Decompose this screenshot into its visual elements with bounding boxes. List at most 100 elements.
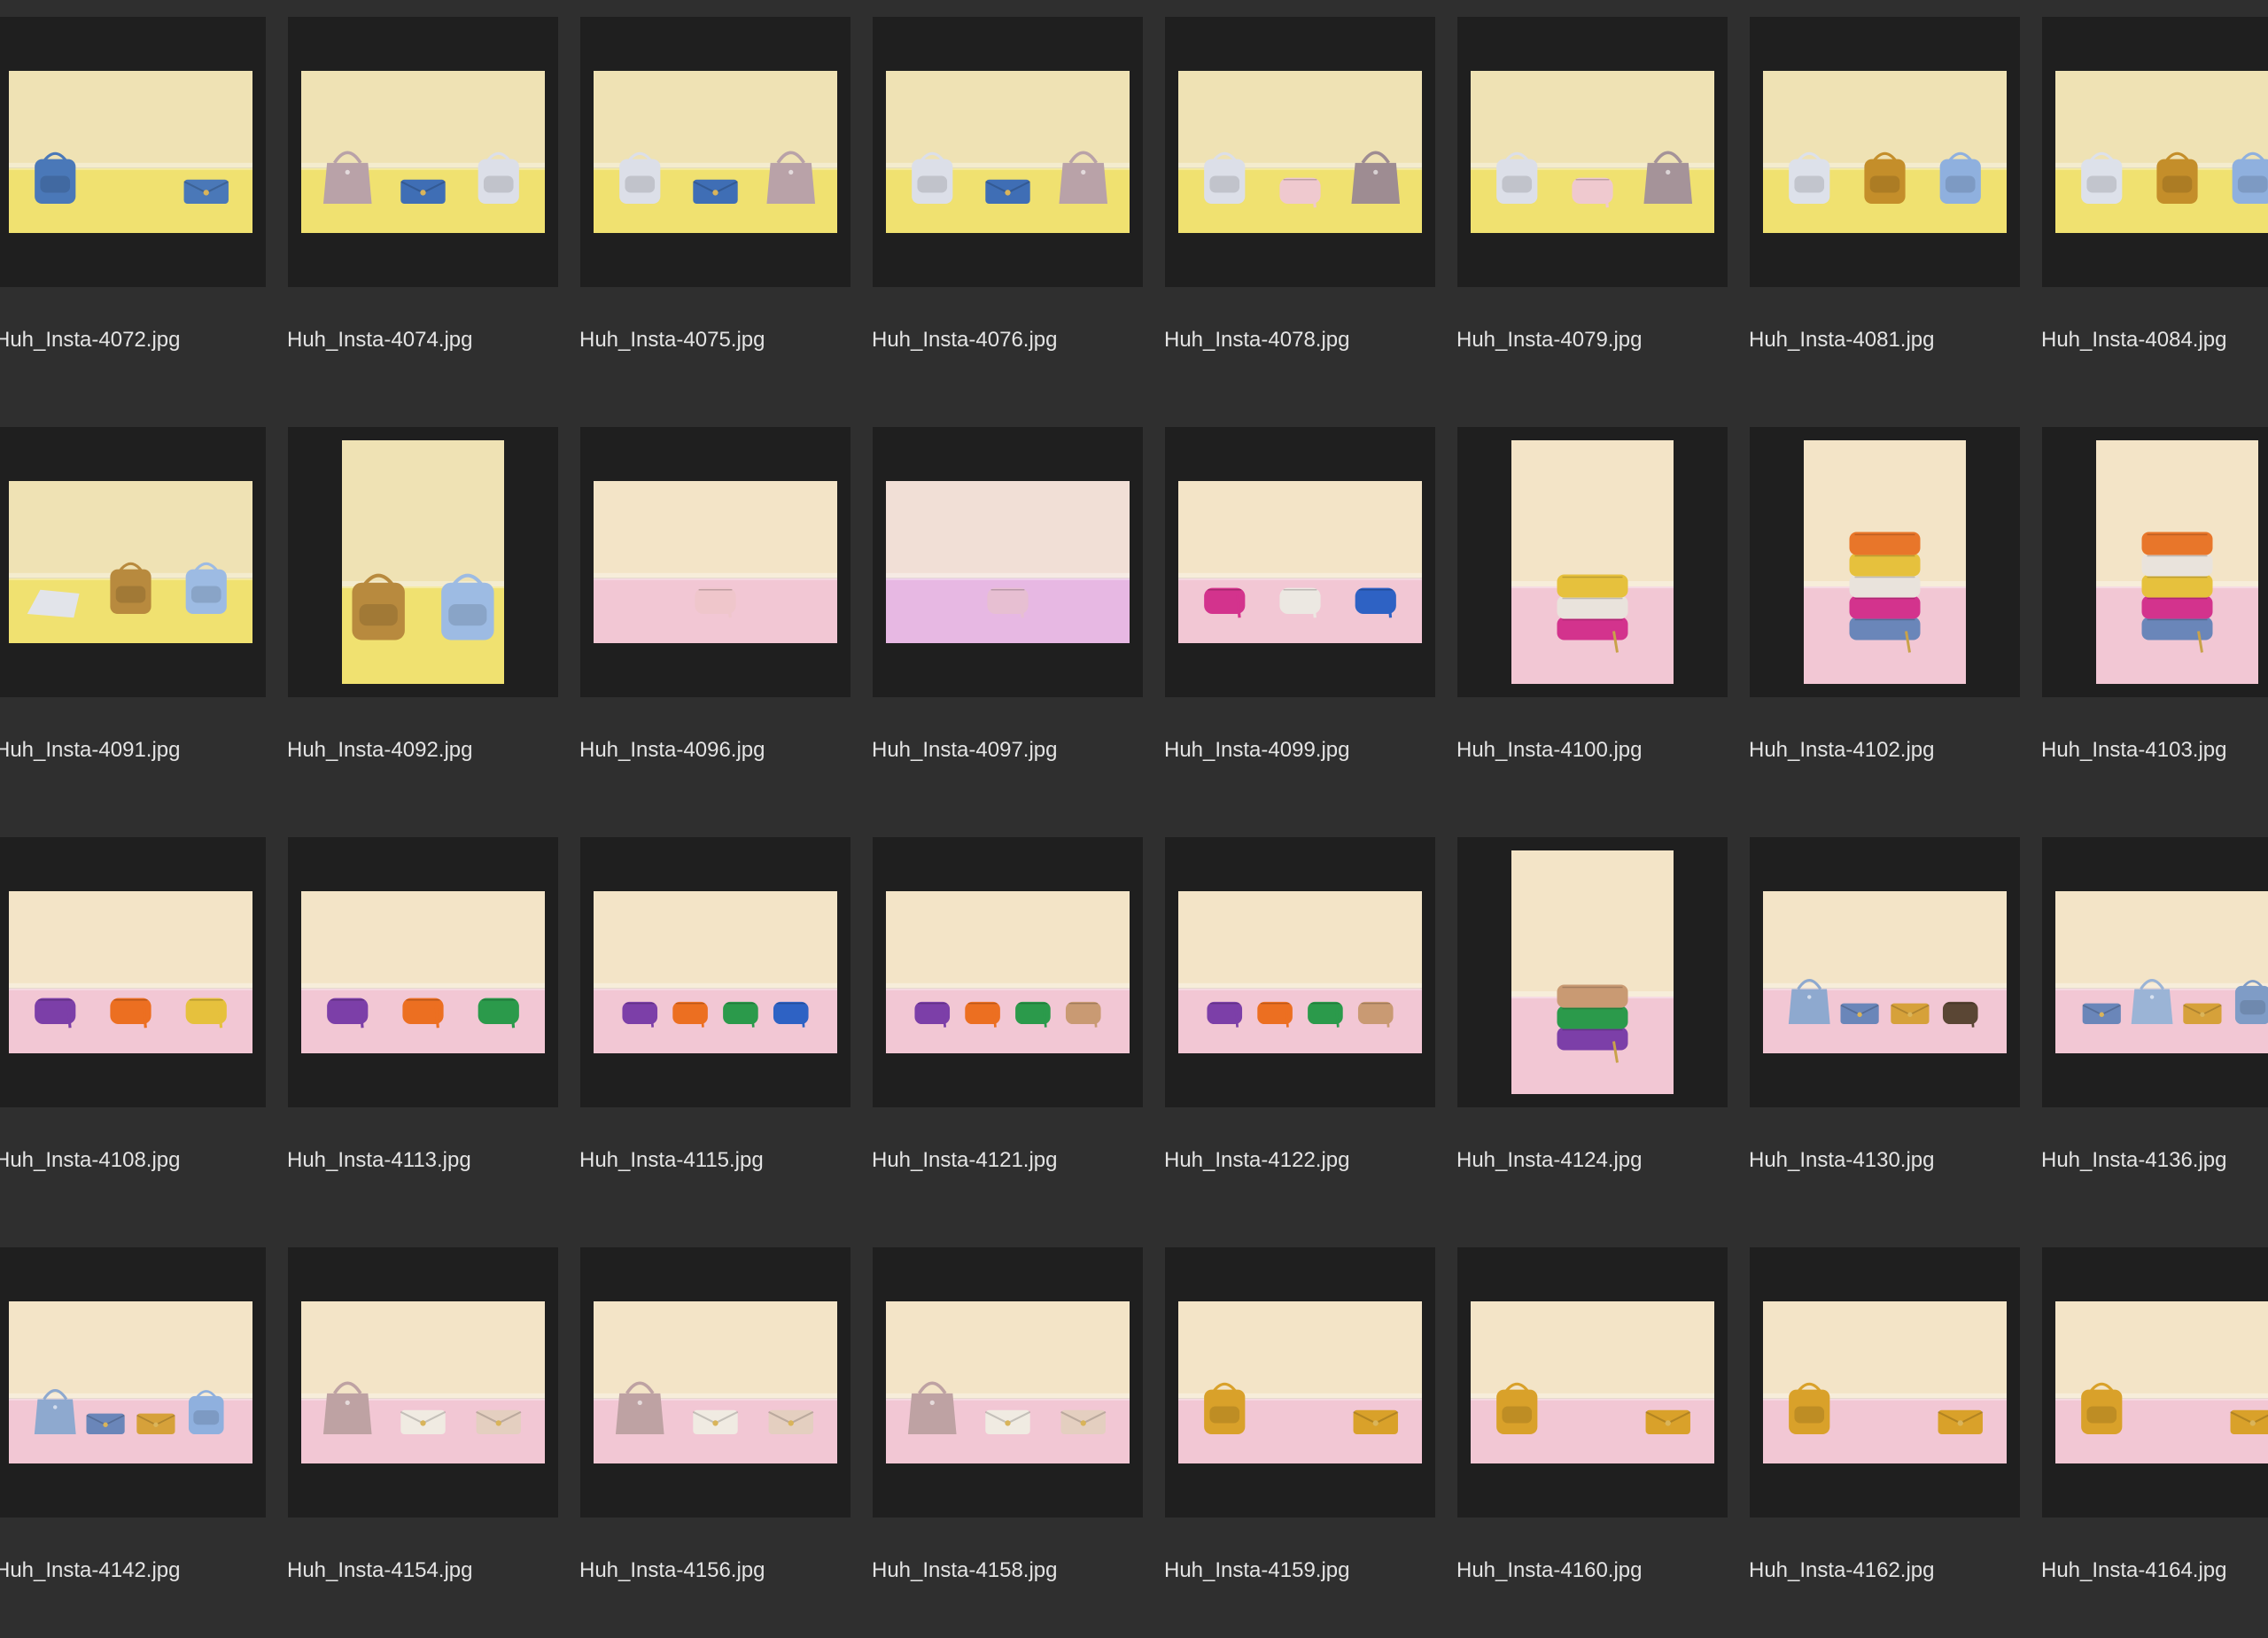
thumbnail-frame[interactable] bbox=[2042, 837, 2268, 1107]
thumbnail-image[interactable] bbox=[886, 481, 1130, 643]
thumbnail-image[interactable] bbox=[9, 481, 252, 643]
thumbnail-image[interactable] bbox=[594, 71, 837, 233]
thumbnail-frame[interactable] bbox=[580, 427, 850, 697]
thumbnail-item[interactable]: Huh_Insta-4081.jpg bbox=[1749, 0, 2020, 408]
thumbnail-frame[interactable] bbox=[580, 1247, 850, 1518]
thumbnail-image[interactable] bbox=[342, 440, 504, 684]
thumbnail-filename: Huh_Insta-4136.jpg bbox=[2041, 1148, 2227, 1172]
thumbnail-item[interactable]: Huh_Insta-4076.jpg bbox=[872, 0, 1143, 408]
thumbnail-item[interactable]: Huh_Insta-4159.jpg bbox=[1164, 1230, 1435, 1638]
thumbnail-item[interactable]: Huh_Insta-4078.jpg bbox=[1164, 0, 1435, 408]
thumbnail-item[interactable]: Huh_Insta-4124.jpg bbox=[1456, 820, 1728, 1228]
thumbnail-item[interactable]: Huh_Insta-4130.jpg bbox=[1749, 820, 2020, 1228]
thumbnail-item[interactable]: Huh_Insta-4103.jpg bbox=[2041, 410, 2268, 818]
thumbnail-item[interactable]: Huh_Insta-4084.jpg bbox=[2041, 0, 2268, 408]
thumbnail-image[interactable] bbox=[301, 71, 545, 233]
thumbnail-frame[interactable] bbox=[1165, 427, 1435, 697]
thumbnail-item[interactable]: Huh_Insta-4121.jpg bbox=[872, 820, 1143, 1228]
thumbnail-item[interactable]: Huh_Insta-4122.jpg bbox=[1164, 820, 1435, 1228]
thumbnail-frame[interactable] bbox=[580, 17, 850, 287]
thumbnail-item[interactable]: Huh_Insta-4091.jpg bbox=[0, 410, 266, 818]
thumbnail-frame[interactable] bbox=[1457, 17, 1728, 287]
thumbnail-item[interactable]: Huh_Insta-4102.jpg bbox=[1749, 410, 2020, 818]
photo-content bbox=[1178, 71, 1422, 233]
thumbnail-image[interactable] bbox=[2055, 891, 2268, 1053]
thumbnail-item[interactable]: Huh_Insta-4108.jpg bbox=[0, 820, 266, 1228]
thumbnail-image[interactable] bbox=[9, 891, 252, 1053]
thumbnail-frame[interactable] bbox=[1165, 17, 1435, 287]
thumbnail-item[interactable]: Huh_Insta-4097.jpg bbox=[872, 410, 1143, 818]
thumbnail-frame[interactable] bbox=[288, 427, 558, 697]
thumbnail-image[interactable] bbox=[1511, 440, 1674, 684]
thumbnail-image[interactable] bbox=[1178, 481, 1422, 643]
thumbnail-item[interactable]: Huh_Insta-4079.jpg bbox=[1456, 0, 1728, 408]
thumbnail-image[interactable] bbox=[9, 71, 252, 233]
thumbnail-item[interactable]: Huh_Insta-4115.jpg bbox=[579, 820, 850, 1228]
thumbnail-image[interactable] bbox=[2055, 1301, 2268, 1463]
thumbnail-image[interactable] bbox=[1178, 71, 1422, 233]
thumbnail-frame[interactable] bbox=[2042, 427, 2268, 697]
thumbnail-frame[interactable] bbox=[873, 1247, 1143, 1518]
thumbnail-image[interactable] bbox=[9, 1301, 252, 1463]
thumbnail-item[interactable]: Huh_Insta-4092.jpg bbox=[287, 410, 558, 818]
thumbnail-image[interactable] bbox=[886, 891, 1130, 1053]
thumbnail-item[interactable]: Huh_Insta-4113.jpg bbox=[287, 820, 558, 1228]
thumbnail-item[interactable]: Huh_Insta-4075.jpg bbox=[579, 0, 850, 408]
thumbnail-item[interactable]: Huh_Insta-4072.jpg bbox=[0, 0, 266, 408]
thumbnail-item[interactable]: Huh_Insta-4162.jpg bbox=[1749, 1230, 2020, 1638]
thumbnail-frame[interactable] bbox=[1750, 427, 2020, 697]
thumbnail-image[interactable] bbox=[301, 891, 545, 1053]
thumbnail-frame[interactable] bbox=[288, 17, 558, 287]
thumbnail-frame[interactable] bbox=[0, 837, 266, 1107]
thumbnail-frame[interactable] bbox=[873, 427, 1143, 697]
thumbnail-frame[interactable] bbox=[288, 1247, 558, 1518]
thumbnail-item[interactable]: Huh_Insta-4100.jpg bbox=[1456, 410, 1728, 818]
thumbnail-item[interactable]: Huh_Insta-4164.jpg bbox=[2041, 1230, 2268, 1638]
thumbnail-item[interactable]: Huh_Insta-4074.jpg bbox=[287, 0, 558, 408]
thumbnail-image[interactable] bbox=[1763, 891, 2007, 1053]
thumbnail-frame[interactable] bbox=[873, 837, 1143, 1107]
thumbnail-image[interactable] bbox=[2055, 71, 2268, 233]
thumbnail-frame[interactable] bbox=[873, 17, 1143, 287]
thumbnail-image[interactable] bbox=[1471, 1301, 1714, 1463]
thumbnail-frame[interactable] bbox=[1165, 1247, 1435, 1518]
thumbnail-frame[interactable] bbox=[1750, 1247, 2020, 1518]
thumbnail-frame[interactable] bbox=[0, 17, 266, 287]
thumbnail-frame[interactable] bbox=[1457, 837, 1728, 1107]
thumbnail-item[interactable]: Huh_Insta-4160.jpg bbox=[1456, 1230, 1728, 1638]
thumbnail-frame[interactable] bbox=[1750, 837, 2020, 1107]
thumbnail-image[interactable] bbox=[1471, 71, 1714, 233]
thumbnail-image[interactable] bbox=[886, 71, 1130, 233]
thumbnail-image[interactable] bbox=[594, 481, 837, 643]
thumbnail-image[interactable] bbox=[594, 1301, 837, 1463]
thumbnail-item[interactable]: Huh_Insta-4156.jpg bbox=[579, 1230, 850, 1638]
thumbnail-item[interactable]: Huh_Insta-4096.jpg bbox=[579, 410, 850, 818]
thumbnail-image[interactable] bbox=[1804, 440, 1966, 684]
thumbnail-image[interactable] bbox=[886, 1301, 1130, 1463]
thumbnail-frame[interactable] bbox=[2042, 1247, 2268, 1518]
thumbnail-item[interactable]: Huh_Insta-4154.jpg bbox=[287, 1230, 558, 1638]
thumbnail-frame[interactable] bbox=[1457, 427, 1728, 697]
thumbnail-item[interactable]: Huh_Insta-4136.jpg bbox=[2041, 820, 2268, 1228]
thumbnail-image[interactable] bbox=[594, 891, 837, 1053]
thumbnail-image[interactable] bbox=[1178, 891, 1422, 1053]
photo-content bbox=[342, 440, 504, 684]
thumbnail-item[interactable]: Huh_Insta-4142.jpg bbox=[0, 1230, 266, 1638]
thumbnail-image[interactable] bbox=[2096, 440, 2258, 684]
thumbnail-item[interactable]: Huh_Insta-4158.jpg bbox=[872, 1230, 1143, 1638]
thumbnail-frame[interactable] bbox=[0, 427, 266, 697]
thumbnail-image[interactable] bbox=[1763, 71, 2007, 233]
thumbnail-image[interactable] bbox=[1178, 1301, 1422, 1463]
thumbnail-frame[interactable] bbox=[1457, 1247, 1728, 1518]
thumbnail-image[interactable] bbox=[301, 1301, 545, 1463]
thumbnail-image[interactable] bbox=[1511, 850, 1674, 1094]
thumbnail-frame[interactable] bbox=[1750, 17, 2020, 287]
thumbnail-frame[interactable] bbox=[1165, 837, 1435, 1107]
thumbnail-image[interactable] bbox=[1763, 1301, 2007, 1463]
thumbnail-frame[interactable] bbox=[0, 1247, 266, 1518]
thumbnail-frame[interactable] bbox=[580, 837, 850, 1107]
thumbnail-item[interactable]: Huh_Insta-4099.jpg bbox=[1164, 410, 1435, 818]
thumbnail-filename: Huh_Insta-4096.jpg bbox=[579, 738, 765, 762]
thumbnail-frame[interactable] bbox=[2042, 17, 2268, 287]
thumbnail-frame[interactable] bbox=[288, 837, 558, 1107]
